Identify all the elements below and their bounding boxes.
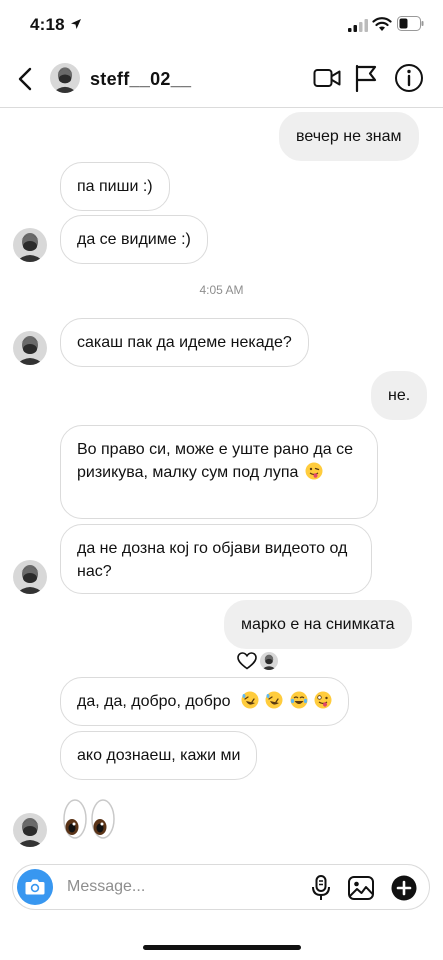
status-time: 4:18 — [30, 15, 65, 34]
heart-icon — [237, 652, 257, 670]
sender-avatar[interactable] — [13, 813, 47, 847]
home-indicator[interactable] — [143, 945, 301, 950]
message-composer — [12, 864, 430, 910]
sender-avatar[interactable] — [13, 560, 47, 594]
zany-face-emoji-icon — [314, 691, 332, 709]
message-bubble-incoming[interactable]: Во право си, може е уште рано да се ризи… — [60, 425, 378, 519]
avatar-image — [50, 63, 80, 93]
message-bubble-incoming[interactable]: ако дознаеш, кажи ми — [60, 731, 258, 780]
message-bubble-incoming[interactable]: сакаш пак да идеме некаде? — [60, 318, 309, 367]
header-username[interactable]: steff__02__ — [90, 69, 191, 90]
mic-icon[interactable] — [309, 874, 333, 902]
message-bubble-outgoing[interactable]: вечер не знам — [279, 112, 419, 161]
back-icon — [18, 67, 32, 91]
message-reaction[interactable] — [237, 651, 281, 671]
message-bubble-outgoing[interactable]: не. — [371, 371, 428, 420]
winking-tongue-emoji-icon — [305, 462, 323, 480]
status-bar: 4:18 — [0, 0, 443, 50]
message-input[interactable] — [67, 875, 297, 899]
avatar-image — [13, 813, 47, 847]
message-bubble-incoming[interactable]: па пиши :) — [60, 162, 170, 211]
header-avatar[interactable] — [50, 63, 80, 93]
sender-avatar[interactable] — [13, 228, 47, 262]
gallery-icon[interactable] — [347, 875, 375, 901]
location-arrow-icon — [71, 19, 81, 29]
message-bubble-incoming[interactable]: да се видиме :) — [60, 215, 208, 264]
avatar-image — [13, 331, 47, 365]
battery-icon — [397, 16, 424, 31]
avatar-image — [13, 560, 47, 594]
message-bubble-outgoing[interactable]: марко е на снимката — [224, 600, 412, 649]
tears-of-joy-emoji-icon — [290, 691, 308, 709]
video-call-icon[interactable] — [313, 66, 341, 90]
back-button[interactable] — [12, 64, 38, 94]
info-icon[interactable] — [394, 63, 424, 93]
sender-avatar[interactable] — [13, 331, 47, 365]
rofl-emoji-icon — [241, 691, 259, 709]
message-bubble-incoming[interactable]: да не дозна кој го објави видеото од нас… — [60, 524, 372, 594]
rofl-emoji-icon — [265, 691, 283, 709]
message-text: да, да, добро, добро — [77, 693, 231, 710]
camera-button[interactable] — [17, 869, 53, 905]
message-bubble-incoming[interactable]: да, да, добро, добро — [60, 677, 350, 726]
camera-icon — [25, 879, 45, 895]
signal-icon — [348, 19, 368, 32]
avatar-image — [13, 228, 47, 262]
plus-icon[interactable] — [390, 874, 418, 902]
flag-icon[interactable] — [354, 64, 378, 92]
eyes-emoji-icon[interactable] — [61, 797, 119, 841]
wifi-icon — [372, 17, 392, 31]
chat-thread[interactable]: вечер не знам па пиши :) да се видиме :)… — [0, 109, 443, 854]
message-timestamp: 4:05 AM — [199, 283, 244, 297]
chat-header: steff__02__ — [0, 50, 443, 108]
reactor-avatar — [260, 652, 278, 670]
